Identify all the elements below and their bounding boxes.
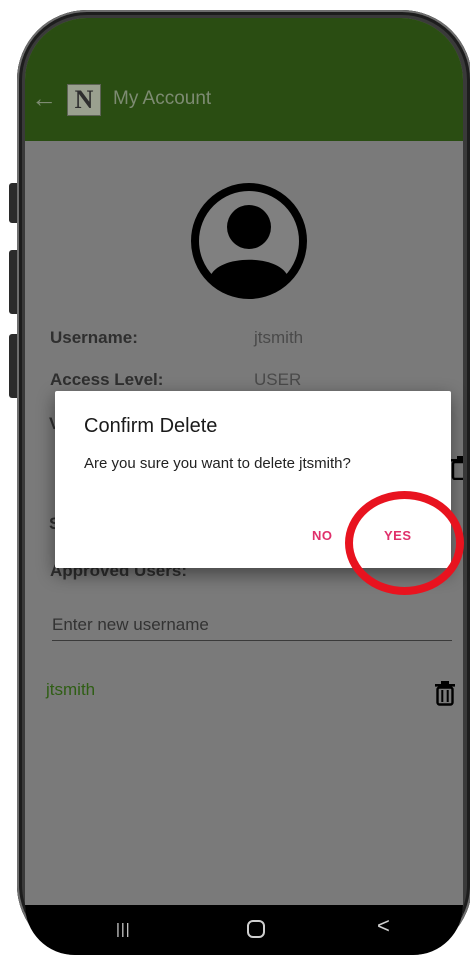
nav-back-icon[interactable]: < <box>377 913 390 939</box>
highlight-circle <box>345 491 464 595</box>
logo-letter: N <box>74 85 94 114</box>
username-label: Username: <box>50 328 138 347</box>
stage: ← N My Account Username: jtsmith Access … <box>0 0 470 959</box>
dialog-message: Are you sure you want to delete jtsmith? <box>84 455 351 472</box>
username-value: jtsmith <box>254 328 304 347</box>
no-button[interactable]: NO <box>312 528 333 543</box>
new-username-input[interactable] <box>52 610 452 641</box>
approved-user-row: jtsmith <box>46 678 463 708</box>
dialog-title: Confirm Delete <box>84 415 218 437</box>
app-bar: ← N My Account <box>25 18 463 141</box>
system-nav-bar: ||| < <box>25 905 463 955</box>
recent-apps-icon[interactable]: ||| <box>116 921 131 938</box>
access-level-label: Access Level: <box>50 370 164 389</box>
user-avatar-icon <box>191 183 307 299</box>
trash-icon[interactable] <box>449 454 463 480</box>
access-level-value: USER <box>254 370 302 389</box>
page-title: My Account <box>113 88 212 109</box>
back-arrow-icon[interactable]: ← <box>31 85 57 111</box>
approved-user-name: jtsmith <box>46 680 96 699</box>
app-logo: N <box>67 84 101 116</box>
trash-icon[interactable] <box>434 680 456 706</box>
home-icon[interactable] <box>247 920 265 938</box>
